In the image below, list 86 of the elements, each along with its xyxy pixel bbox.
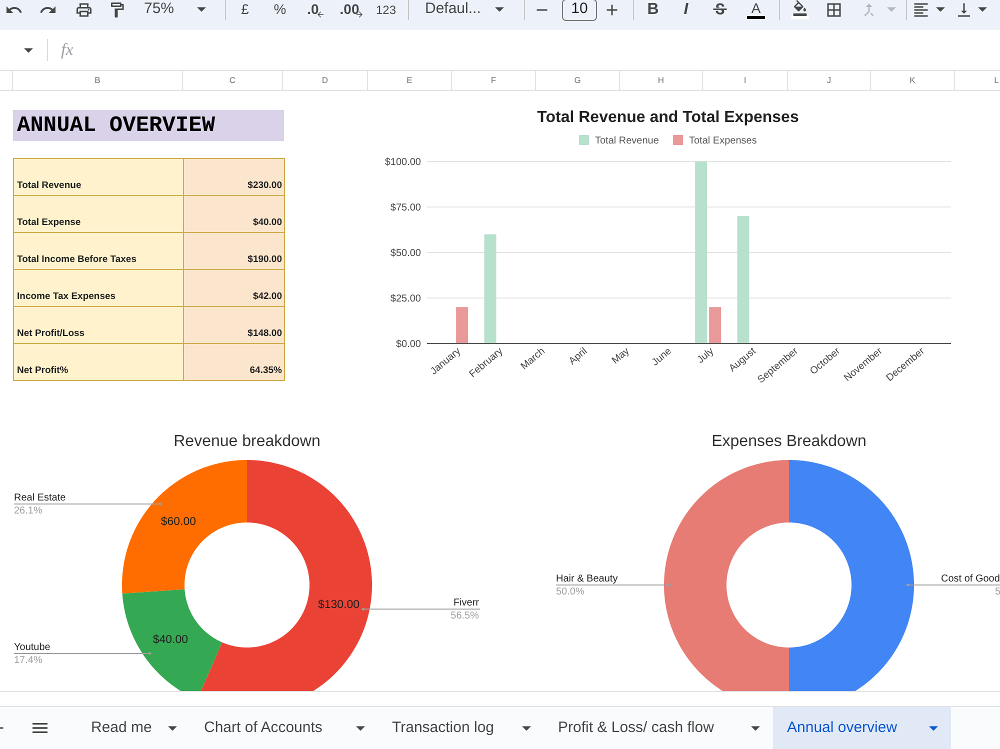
x-axis-label: July <box>695 346 716 366</box>
italic-button[interactable]: I <box>677 0 695 20</box>
sheet-tab[interactable]: Annual overview <box>773 707 951 749</box>
percent-label: 17.4% <box>14 654 42 666</box>
caret-icon <box>929 726 938 730</box>
sheet-tab[interactable]: Read me <box>77 707 190 749</box>
caret-icon <box>495 7 504 12</box>
sheet-tab[interactable]: Chart of Accounts <box>190 707 378 749</box>
swatch-icon <box>747 16 765 18</box>
number-format-button[interactable]: 123 <box>373 0 399 20</box>
column-header: G <box>574 74 581 87</box>
slice-label: Fiverr <box>453 598 479 609</box>
table-cell: Net Profit/Loss <box>14 306 184 344</box>
table-cell: $230.00 <box>184 158 284 196</box>
percent-label: 50.0% <box>556 586 584 598</box>
column-header: L <box>994 74 999 87</box>
y-axis-label: $75.00 <box>390 202 421 214</box>
title-cell: ANNUAL OVERVIEW <box>13 110 284 141</box>
chart-bar <box>456 307 468 344</box>
table-cell: 64.35% <box>184 344 284 380</box>
caret-icon <box>751 726 760 730</box>
chart-bar <box>709 307 722 344</box>
table-cell: Total Expense <box>14 196 184 232</box>
print-icon[interactable] <box>75 0 93 18</box>
legend-label: Total Revenue <box>595 136 659 146</box>
table-cell: Total Income Before Taxes <box>14 232 184 270</box>
column-header: B <box>94 74 100 87</box>
percent-label: 5 <box>995 586 1000 598</box>
y-axis-label: $0.00 <box>396 339 421 350</box>
legend-label: Total Expenses <box>689 136 757 146</box>
text-color-button[interactable]: A <box>746 0 766 20</box>
value-label: $60.00 <box>160 516 196 528</box>
paint-roller-icon[interactable] <box>108 0 126 18</box>
borders-icon[interactable] <box>825 0 843 18</box>
column-header: F <box>490 74 496 87</box>
font-size-field[interactable]: 10 <box>562 0 597 20</box>
align-left-icon[interactable] <box>912 0 930 18</box>
slice-label: Hair & Beauty <box>556 574 618 584</box>
sheet-tab[interactable]: Transaction log <box>378 707 544 749</box>
x-axis-label: May <box>610 346 632 366</box>
value-label: $130.00 <box>318 599 360 612</box>
table-cell: Net Profit% <box>14 344 184 380</box>
chart-title: Expenses Breakdown <box>712 433 866 450</box>
currency-button[interactable]: £ <box>235 0 255 20</box>
table-cell: $40.00 <box>184 196 284 232</box>
table-cell: $148.00 <box>184 306 284 344</box>
caret-icon[interactable] <box>24 48 33 52</box>
percent-label: 26.1% <box>14 505 42 516</box>
percent-button[interactable]: % <box>270 0 290 20</box>
table-cell: $42.00 <box>184 270 284 306</box>
caret-icon <box>168 726 177 730</box>
zoom-dropdown[interactable]: 75% <box>138 0 212 20</box>
percent-label: 56.5% <box>450 610 479 622</box>
slice-label: Cost of Good <box>941 574 1000 584</box>
y-axis-label: $25.00 <box>390 294 421 304</box>
table-cell: Income Tax Expenses <box>14 270 184 306</box>
table-cell: $190.00 <box>184 232 284 270</box>
column-header: D <box>322 74 328 87</box>
slice-label: Real Estate <box>14 492 66 504</box>
chart-title: Total Revenue and Total Expenses <box>537 109 799 126</box>
fill-color-icon[interactable] <box>790 0 810 20</box>
caret-icon <box>522 726 531 730</box>
column-header: I <box>744 74 746 87</box>
increase-decimal-button[interactable]: .00 <box>338 0 366 20</box>
caret-icon <box>356 726 365 730</box>
vertical-align-icon[interactable] <box>955 0 973 18</box>
column-header: C <box>229 74 236 87</box>
value-label: $40.00 <box>152 634 188 646</box>
chart-title: Revenue breakdown <box>174 433 320 450</box>
slice-label: Youtube <box>14 642 50 653</box>
y-axis-label: $100.00 <box>384 157 421 168</box>
sheet-tab[interactable]: Profit & Loss/ cash flow <box>544 707 773 749</box>
decrease-decimal-button[interactable]: .0 <box>303 0 329 20</box>
caret-icon <box>197 7 206 12</box>
column-header: K <box>910 74 916 87</box>
x-axis-label: June <box>650 346 674 368</box>
caret-icon[interactable] <box>978 7 987 12</box>
column-header: J <box>826 74 832 87</box>
caret-icon[interactable] <box>936 7 945 12</box>
table-cell: Total Revenue <box>14 158 184 196</box>
column-header: E <box>406 74 412 87</box>
column-header: H <box>658 74 664 87</box>
y-axis-label: $50.00 <box>390 248 421 259</box>
font-dropdown[interactable]: Defaul... <box>417 0 512 20</box>
bold-button[interactable]: B <box>644 0 662 20</box>
fx-label: fx <box>61 39 74 62</box>
